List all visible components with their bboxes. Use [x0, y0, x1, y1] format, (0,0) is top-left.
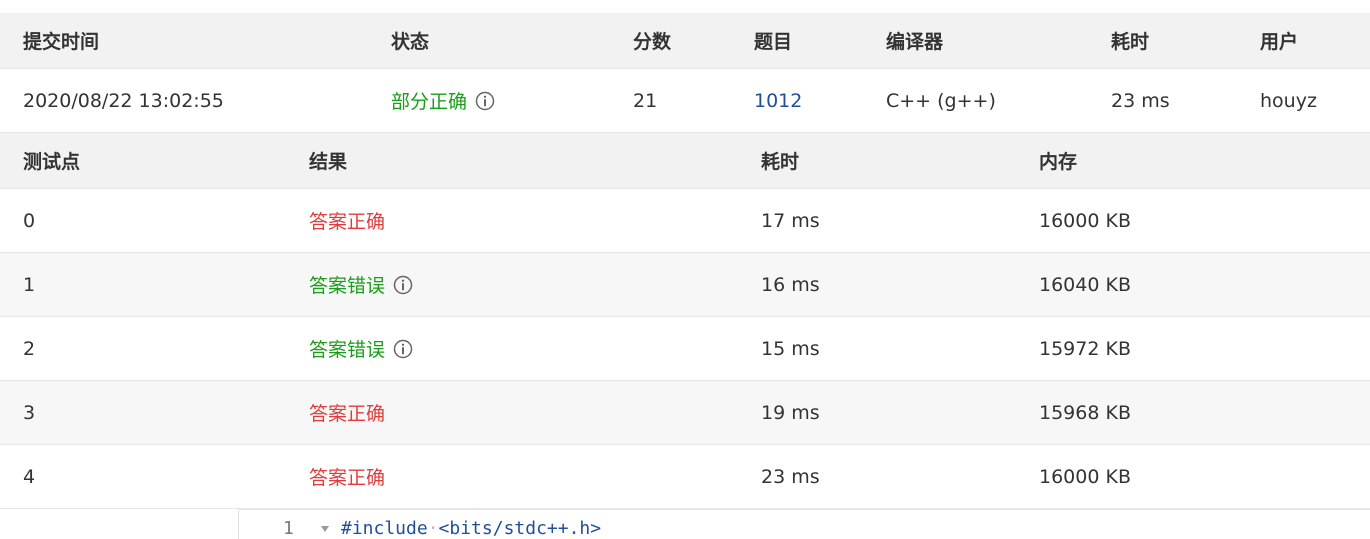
case-result-cell: 答案错误 [309, 317, 413, 380]
score: 21 [633, 89, 658, 112]
user-name: houyz [1260, 89, 1317, 112]
header-result: 结果 [309, 151, 348, 173]
whitespace-dot: · [427, 518, 439, 539]
case-result-cell: 答案正确 [309, 381, 385, 444]
compiler: C++ (g++) [886, 89, 996, 112]
case-memory: 16040 KB [1039, 273, 1131, 296]
table-row: 4 答案正确 23 ms 16000 KB [0, 445, 1370, 509]
case-id: 1 [23, 273, 36, 296]
header-status: 状态 [391, 31, 430, 53]
case-id: 2 [23, 337, 36, 360]
case-result[interactable]: 答案错误 [309, 271, 385, 298]
case-memory: 15972 KB [1039, 337, 1131, 360]
case-result-cell: 答案正确 [309, 445, 385, 508]
header-submit-time: 提交时间 [23, 31, 100, 53]
case-result: 答案正确 [309, 467, 386, 489]
case-memory: 16000 KB [1039, 209, 1131, 232]
header-time: 耗时 [761, 151, 800, 173]
case-id: 3 [23, 401, 36, 424]
fold-arrow-icon[interactable] [321, 526, 329, 532]
case-header-row: 测试点 结果 耗时 内存 [0, 133, 1370, 189]
header-user: 用户 [1260, 31, 1299, 53]
table-row: 2 答案错误 15 ms 15972 KB [0, 317, 1370, 381]
code-directive: #include [341, 518, 428, 539]
header-memory: 内存 [1039, 151, 1078, 173]
submit-time: 2020/08/22 13:02:55 [23, 89, 224, 112]
table-row: 0 答案正确 17 ms 16000 KB [0, 189, 1370, 253]
case-id: 4 [23, 465, 36, 488]
header-score: 分数 [633, 31, 672, 53]
info-icon[interactable] [393, 275, 413, 295]
submission-header-row: 提交时间 状态 分数 题目 编译器 耗时 用户 [0, 13, 1370, 69]
info-icon[interactable] [393, 339, 413, 359]
case-time: 16 ms [761, 273, 820, 296]
case-time: 19 ms [761, 401, 820, 424]
code-editor[interactable]: 1 #include·<bits/stdc++.h> [238, 509, 1370, 539]
header-duration: 耗时 [1111, 31, 1150, 53]
code-line[interactable]: #include·<bits/stdc++.h> [341, 518, 601, 539]
header-problem: 题目 [754, 31, 793, 53]
case-time: 23 ms [761, 465, 820, 488]
table-row: 1 答案错误 16 ms 16040 KB [0, 253, 1370, 317]
case-memory: 16000 KB [1039, 465, 1131, 488]
case-id: 0 [23, 209, 36, 232]
case-result: 答案正确 [309, 403, 386, 425]
line-number: 1 [283, 518, 294, 539]
case-time: 17 ms [761, 209, 820, 232]
status-label[interactable]: 部分正确 [391, 87, 467, 114]
header-compiler: 编译器 [886, 31, 944, 53]
case-result-cell: 答案正确 [309, 189, 385, 252]
case-time: 15 ms [761, 337, 820, 360]
code-header: <bits/stdc++.h> [438, 518, 602, 539]
case-result: 答案正确 [309, 211, 386, 233]
info-icon[interactable] [475, 91, 495, 111]
status-cell: 部分正确 [391, 69, 495, 132]
header-test-point: 测试点 [23, 151, 81, 173]
editor-gutter: 1 [239, 510, 335, 539]
case-result-cell: 答案错误 [309, 253, 413, 316]
case-memory: 15968 KB [1039, 401, 1131, 424]
submission-row: 2020/08/22 13:02:55 部分正确 21 1012 C++ (g+… [0, 69, 1370, 133]
duration: 23 ms [1111, 89, 1170, 112]
case-result[interactable]: 答案错误 [309, 335, 385, 362]
problem-link[interactable]: 1012 [754, 69, 802, 132]
table-row: 3 答案正确 19 ms 15968 KB [0, 381, 1370, 445]
